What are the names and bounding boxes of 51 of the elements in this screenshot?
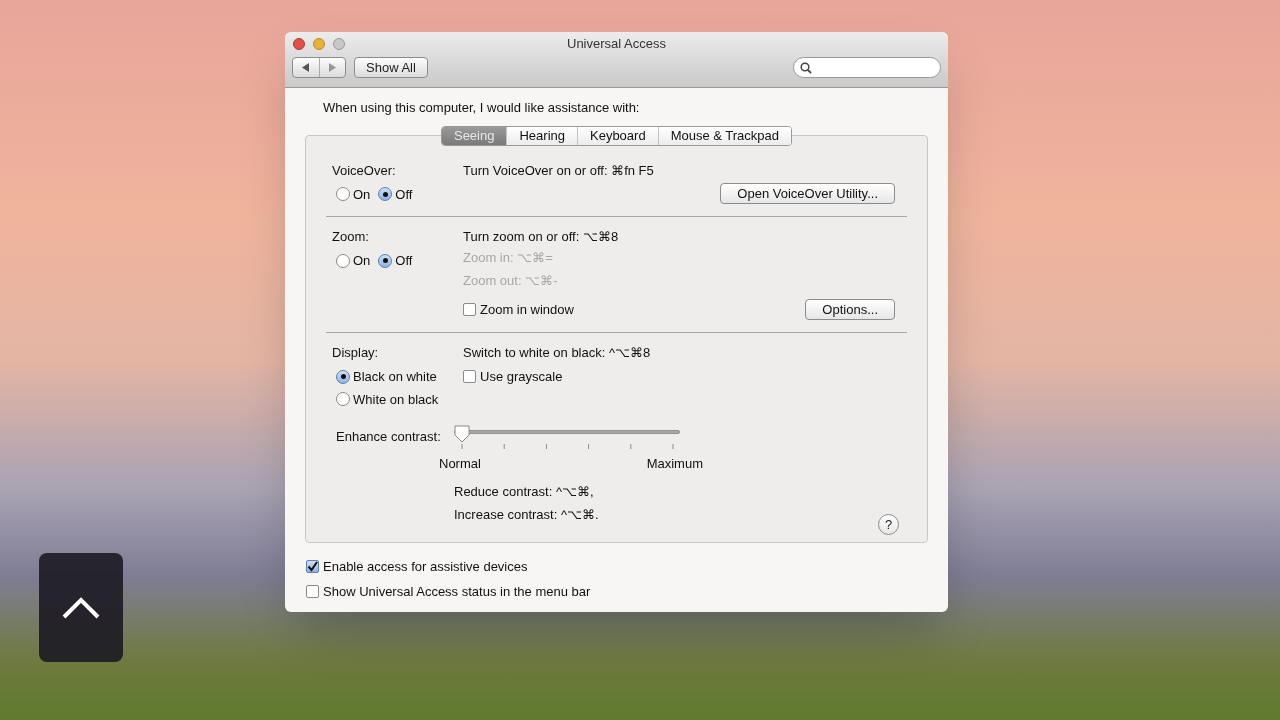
close-button[interactable] [293, 38, 305, 50]
slider-max-label: Maximum [646, 455, 703, 473]
radio-label: Off [395, 252, 413, 270]
slider-min-label: Normal [439, 455, 481, 473]
shortcut-text: Turn zoom on or off: ⌥⌘8 [463, 228, 620, 245]
intro-text: When using this computer, I would like assistance with: [323, 99, 641, 117]
checkbox[interactable] [306, 559, 319, 573]
help-button[interactable]: ? [878, 513, 899, 535]
chevron-up-icon [62, 596, 100, 619]
checkbox-label: Enable access for assistive devices [323, 557, 528, 576]
show-all-button[interactable]: Show All [354, 57, 428, 78]
section-label: Zoom: [332, 228, 370, 245]
checkbox-label: Use grayscale [480, 368, 563, 386]
left-triangle-icon [301, 63, 310, 72]
zoom-button[interactable] [333, 38, 345, 50]
radio-label: Off [395, 185, 413, 204]
search-field[interactable] [793, 57, 941, 78]
shortcut-text: Reduce contrast: ^⌥⌘, [454, 482, 595, 501]
push-button[interactable]: Options... [805, 299, 895, 320]
checkbox[interactable] [463, 370, 476, 384]
shortcut-text: Switch to white on black: ^⌥⌘8 [463, 344, 652, 361]
scroll-up-button[interactable] [39, 553, 123, 662]
radio-button[interactable] [378, 253, 393, 268]
push-button[interactable]: Open VoiceOver Utility... [720, 182, 895, 204]
checkbox[interactable] [306, 585, 319, 599]
shortcut-text: Increase contrast: ^⌥⌘. [454, 506, 599, 524]
radio-label: Black on white [353, 368, 437, 386]
radio-button[interactable] [378, 187, 393, 202]
radio-label: White on black [353, 390, 439, 409]
radio-label: On [353, 185, 371, 204]
radio-button[interactable] [336, 253, 350, 268]
shortcut-text: Turn VoiceOver on or off: ⌘fn F5 [463, 161, 655, 179]
right-triangle-icon [328, 63, 337, 72]
checkbox-label: Zoom in window [480, 300, 574, 319]
window-title: Universal Access [567, 35, 666, 54]
tab[interactable]: Mouse & Trackpad [657, 126, 792, 145]
tab[interactable]: Hearing [506, 126, 577, 145]
section-label: Display: [332, 344, 380, 361]
search-icon [800, 61, 812, 74]
shortcut-text: Zoom out: ⌥⌘- [463, 271, 559, 290]
radio-button[interactable] [336, 392, 350, 407]
checkbox[interactable] [463, 303, 476, 316]
radio-label: On [353, 252, 371, 270]
section-label: VoiceOver: [332, 161, 397, 179]
shortcut-text: Zoom in: ⌥⌘= [463, 249, 554, 267]
checkbox-label: Show Universal Access status in the menu bar [323, 583, 591, 601]
minimize-button[interactable] [313, 38, 325, 50]
tab[interactable]: Keyboard [577, 126, 658, 145]
radio-button[interactable] [336, 369, 350, 384]
radio-button[interactable] [336, 187, 350, 202]
slider-thumb[interactable] [454, 425, 470, 443]
